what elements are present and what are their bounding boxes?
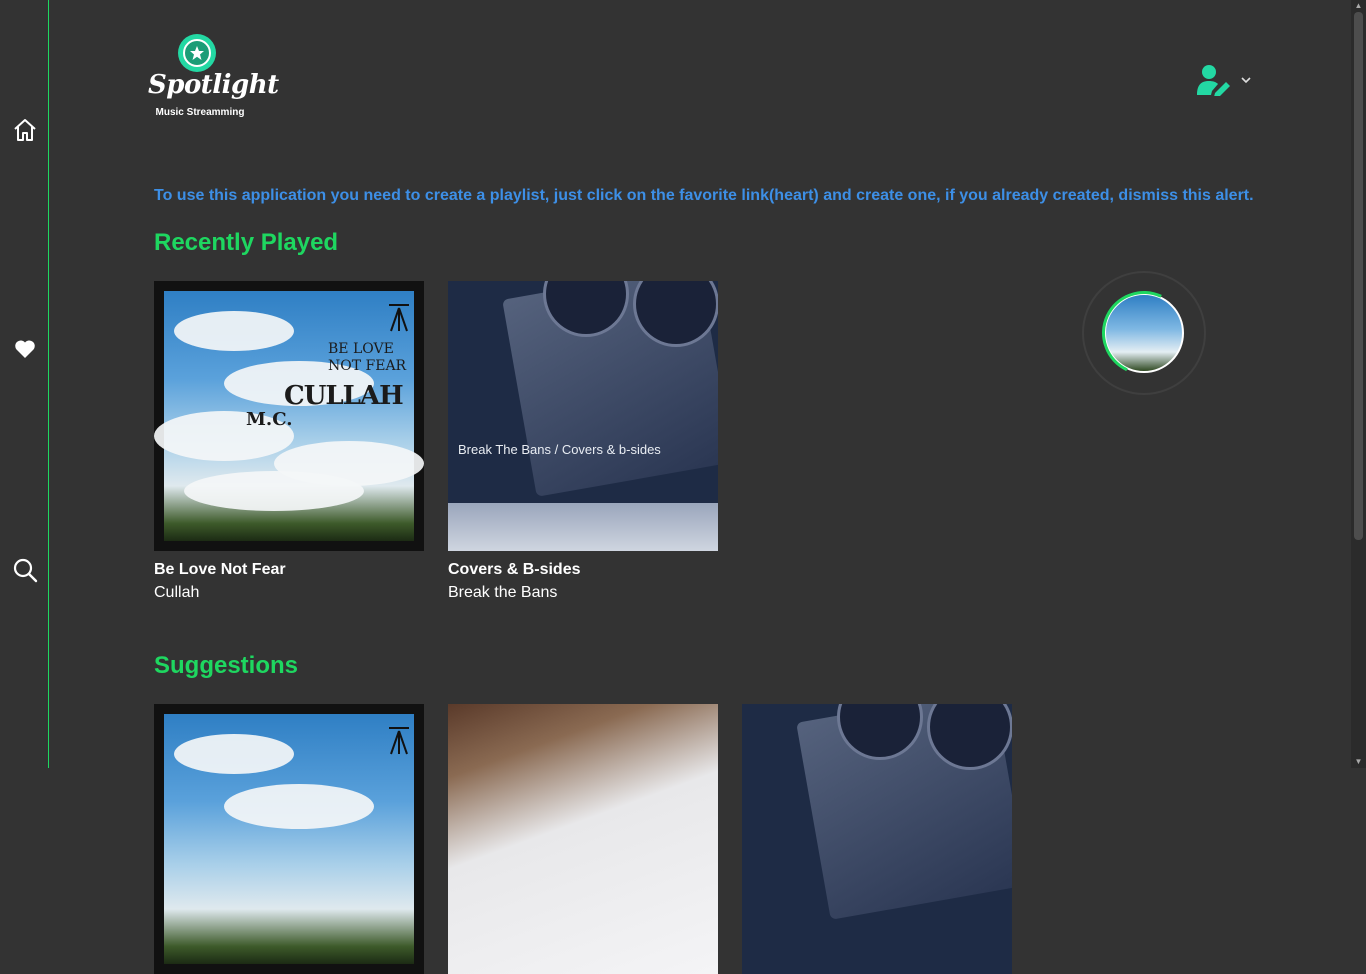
album-artist[interactable]: Break the Bans	[448, 584, 718, 602]
search-icon	[13, 558, 38, 583]
cover-band-text: CULLAH	[284, 381, 404, 411]
now-playing-disc[interactable]	[1082, 271, 1206, 395]
logo-badge	[178, 34, 216, 72]
nav-favorites-button[interactable]	[10, 334, 40, 364]
suggestion-card[interactable]	[742, 704, 1012, 974]
album-card[interactable]: Break The Bans / Covers & b-sides Covers…	[448, 281, 718, 602]
chevron-down-icon	[1241, 77, 1251, 84]
suggestions-title: Suggestions	[154, 652, 299, 679]
heart-icon	[15, 340, 35, 358]
app-logo[interactable]: Spotlight Music Streamming	[148, 34, 279, 120]
nav-home-button[interactable]	[10, 115, 40, 145]
star-icon	[190, 46, 204, 60]
user-menu-button[interactable]	[1197, 64, 1253, 96]
cover-caption: Break The Bans / Covers & b-sides	[458, 442, 661, 457]
suggestion-card[interactable]	[448, 704, 718, 974]
logo-mark-icon	[389, 304, 409, 332]
album-cover	[448, 704, 718, 974]
album-title: Covers & B-sides	[448, 561, 581, 578]
scroll-down-arrow[interactable]: ▼	[1354, 758, 1363, 766]
playlist-alert[interactable]: To use this application you need to crea…	[154, 187, 1254, 205]
album-title: Be Love Not Fear	[154, 561, 286, 578]
logo-mark-icon	[389, 727, 409, 755]
user-edit-icon	[1197, 65, 1230, 96]
page-scrollbar[interactable]: ▲ ▼	[1351, 0, 1366, 768]
suggestion-card[interactable]	[154, 704, 424, 974]
cover-prefix-text: M.C.	[246, 409, 293, 430]
album-artist[interactable]: Cullah	[154, 584, 424, 602]
nav-search-button[interactable]	[10, 555, 40, 585]
album-cover	[742, 704, 1012, 974]
playback-progress-arc	[1090, 279, 1198, 387]
recently-played-title: Recently Played	[154, 229, 339, 256]
cover-text: BE LOVE NOT FEAR	[328, 341, 407, 374]
album-card[interactable]: BE LOVE NOT FEAR CULLAH M.C. Be Love Not …	[154, 281, 424, 602]
album-cover	[154, 704, 424, 974]
album-cover: BE LOVE NOT FEAR CULLAH M.C.	[154, 281, 424, 551]
scroll-up-arrow[interactable]: ▲	[1354, 2, 1363, 10]
home-icon	[14, 119, 36, 141]
sidebar	[0, 0, 49, 768]
logo-name: Spotlight	[148, 70, 279, 100]
logo-tagline: Music Streamming	[155, 107, 245, 118]
scroll-thumb[interactable]	[1354, 12, 1363, 540]
album-cover: Break The Bans / Covers & b-sides	[448, 281, 718, 551]
